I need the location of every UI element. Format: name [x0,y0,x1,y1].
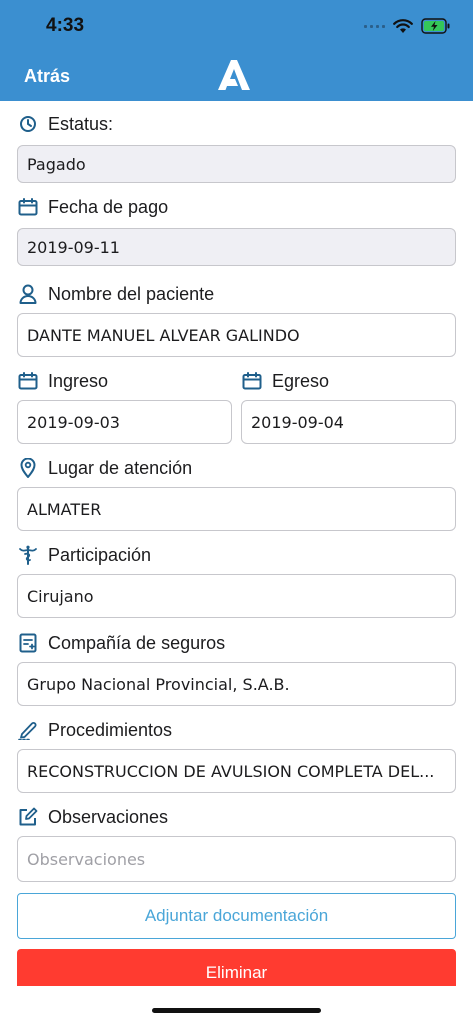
calendar-icon [18,371,38,391]
egreso-label: Egreso [272,370,330,391]
participacion-label: Participación [48,544,152,565]
compania-label: Compañía de seguros [48,632,226,653]
ingreso-field[interactable]: 2019-09-03 [17,400,232,444]
participacion-label-row: Participación [18,543,151,567]
ingreso-label-row: Ingreso [18,369,108,393]
attach-documents-button[interactable]: Adjuntar documentación [17,893,456,939]
caduceus-icon [18,545,38,565]
egreso-label-row: Egreso [242,369,329,393]
estatus-field: Pagado [17,145,456,183]
home-indicator[interactable] [152,1008,321,1013]
paciente-label-row: Nombre del paciente [18,282,214,306]
observaciones-input[interactable]: Observaciones [17,836,456,882]
clock-icon [18,114,38,134]
delete-button-label: Eliminar [205,963,268,982]
back-button[interactable]: Atrás [24,66,70,87]
ingreso-label: Ingreso [48,370,109,391]
observaciones-label-row: Observaciones [18,805,168,829]
wifi-icon [393,18,413,33]
bottom-safe-area [0,986,473,1024]
paciente-label: Nombre del paciente [48,283,215,304]
paciente-field[interactable]: DANTE MANUEL ALVEAR GALINDO [17,313,456,357]
lugar-label-row: Lugar de atención [18,456,192,480]
battery-charging-icon [421,18,450,34]
insurance-document-icon [18,633,38,653]
user-icon [18,284,38,304]
procedimientos-field[interactable]: RECONSTRUCCION DE AVULSION COMPLETA DEL.… [17,749,456,793]
location-pin-icon [18,458,38,478]
fecha-pago-label-row: Fecha de pago [18,195,168,219]
lugar-field[interactable]: ALMATER [17,487,456,531]
cellular-signal-icon [364,24,385,28]
calendar-icon [18,197,38,217]
fecha-pago-field: 2019-09-11 [17,228,456,266]
participacion-field[interactable]: Cirujano [17,574,456,618]
procedimientos-label-row: Procedimientos [18,718,172,742]
estatus-label-row: Estatus: [18,112,113,136]
compania-label-row: Compañía de seguros [18,631,225,655]
delete-button[interactable]: Eliminar [17,949,456,987]
compania-field[interactable]: Grupo Nacional Provincial, S.A.B. [17,662,456,706]
edit-note-icon [18,807,38,827]
app-logo-icon [218,60,250,90]
egreso-field[interactable]: 2019-09-04 [241,400,456,444]
procedimientos-label: Procedimientos [48,719,173,740]
lugar-label: Lugar de atención [48,457,193,478]
calendar-icon [242,371,262,391]
nav-header: 4:33 Atrás [0,0,473,101]
status-icons [364,16,451,36]
signature-pen-icon [18,720,38,740]
status-time: 4:33 [46,15,85,36]
fecha-pago-label: Fecha de pago [48,196,169,217]
estatus-label: Estatus: [48,113,114,134]
observaciones-label: Observaciones [48,806,169,827]
